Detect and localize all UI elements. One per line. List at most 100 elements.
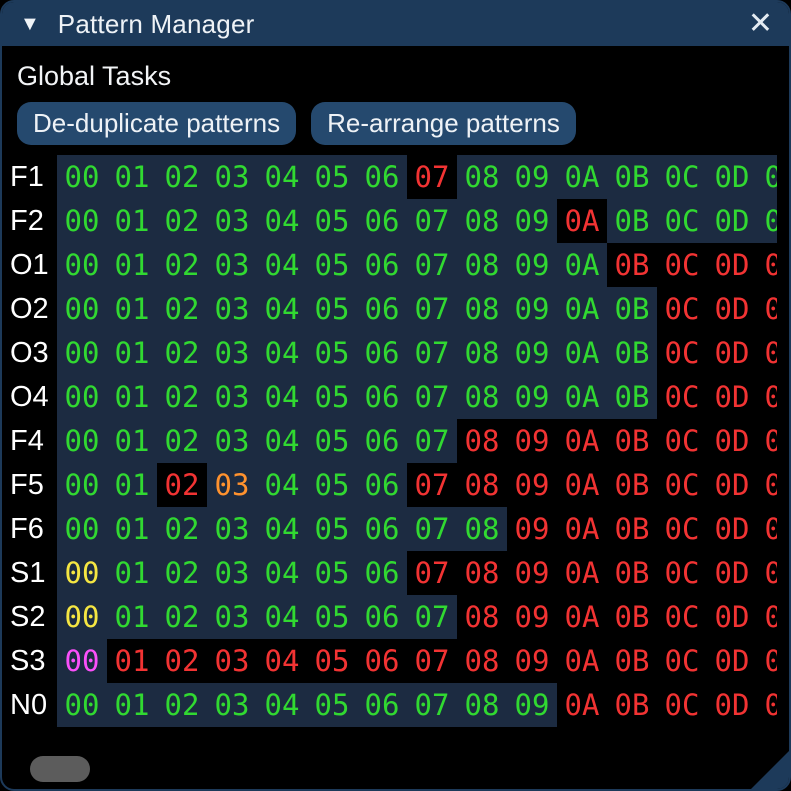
pattern-cell[interactable]: 08 <box>457 639 507 683</box>
pattern-cell[interactable]: 0B <box>607 639 657 683</box>
pattern-cell[interactable]: 05 <box>307 331 357 375</box>
pattern-cell[interactable]: 0E <box>757 155 777 199</box>
pattern-cell[interactable]: 0D <box>707 507 757 551</box>
pattern-cell[interactable]: 0D <box>707 683 757 727</box>
pattern-cell[interactable]: 0A <box>557 155 607 199</box>
pattern-cell[interactable]: 0A <box>557 463 607 507</box>
pattern-cell[interactable]: 09 <box>507 331 557 375</box>
pattern-cell[interactable]: 01 <box>107 507 157 551</box>
pattern-cell[interactable]: 0B <box>607 683 657 727</box>
pattern-cell[interactable]: 0B <box>607 287 657 331</box>
pattern-cell[interactable]: 0D <box>707 287 757 331</box>
pattern-cell[interactable]: 03 <box>207 463 257 507</box>
pattern-cell[interactable]: 0D <box>707 199 757 243</box>
pattern-cell[interactable]: 01 <box>107 155 157 199</box>
pattern-cell[interactable]: 08 <box>457 155 507 199</box>
pattern-cell[interactable]: 06 <box>357 595 407 639</box>
pattern-cell[interactable]: 07 <box>407 419 457 463</box>
pattern-cell[interactable]: 00 <box>57 419 107 463</box>
pattern-cell[interactable]: 0E <box>757 683 777 727</box>
pattern-cell[interactable]: 04 <box>257 507 307 551</box>
close-icon[interactable]: ✕ <box>748 2 773 46</box>
pattern-cell[interactable]: 09 <box>507 683 557 727</box>
pattern-cell[interactable]: 06 <box>357 551 407 595</box>
pattern-cell[interactable]: 0E <box>757 551 777 595</box>
pattern-cell[interactable]: 0B <box>607 243 657 287</box>
pattern-cell[interactable]: 0A <box>557 595 607 639</box>
pattern-cell[interactable]: 0C <box>657 683 707 727</box>
pattern-cell[interactable]: 09 <box>507 507 557 551</box>
pattern-cell[interactable]: 06 <box>357 375 407 419</box>
pattern-cell[interactable]: 04 <box>257 551 307 595</box>
pattern-cell[interactable]: 0B <box>607 507 657 551</box>
pattern-cell[interactable]: 05 <box>307 507 357 551</box>
pattern-cell[interactable]: 03 <box>207 507 257 551</box>
pattern-cell[interactable]: 0E <box>757 287 777 331</box>
pattern-cell[interactable]: 01 <box>107 639 157 683</box>
pattern-cell[interactable]: 0D <box>707 639 757 683</box>
pattern-cell[interactable]: 08 <box>457 507 507 551</box>
pattern-cell[interactable]: 06 <box>357 507 407 551</box>
pattern-cell[interactable]: 05 <box>307 683 357 727</box>
pattern-cell[interactable]: 0D <box>707 331 757 375</box>
pattern-cell[interactable]: 08 <box>457 199 507 243</box>
pattern-cell[interactable]: 02 <box>157 331 207 375</box>
pattern-cell[interactable]: 00 <box>57 551 107 595</box>
pattern-cell[interactable]: 0E <box>757 375 777 419</box>
pattern-cell[interactable]: 0C <box>657 243 707 287</box>
pattern-cell[interactable]: 01 <box>107 463 157 507</box>
pattern-cell[interactable]: 0E <box>757 199 777 243</box>
pattern-cell[interactable]: 0C <box>657 639 707 683</box>
pattern-cell[interactable]: 03 <box>207 331 257 375</box>
pattern-cell[interactable]: 0C <box>657 463 707 507</box>
pattern-cell[interactable]: 00 <box>57 639 107 683</box>
pattern-cell[interactable]: 09 <box>507 463 557 507</box>
pattern-cell[interactable]: 0E <box>757 419 777 463</box>
pattern-cell[interactable]: 02 <box>157 199 207 243</box>
pattern-cell[interactable]: 09 <box>507 639 557 683</box>
pattern-cell[interactable]: 0D <box>707 595 757 639</box>
pattern-cell[interactable]: 0A <box>557 551 607 595</box>
pattern-cell[interactable]: 07 <box>407 639 457 683</box>
pattern-cell[interactable]: 0C <box>657 331 707 375</box>
pattern-cell[interactable]: 05 <box>307 595 357 639</box>
pattern-cell[interactable]: 0C <box>657 507 707 551</box>
pattern-cell[interactable]: 06 <box>357 683 407 727</box>
pattern-cell[interactable]: 04 <box>257 375 307 419</box>
pattern-cell[interactable]: 08 <box>457 595 507 639</box>
pattern-cell[interactable]: 04 <box>257 243 307 287</box>
pattern-cell[interactable]: 09 <box>507 551 557 595</box>
pattern-cell[interactable]: 00 <box>57 331 107 375</box>
pattern-cell[interactable]: 0A <box>557 331 607 375</box>
pattern-cell[interactable]: 04 <box>257 155 307 199</box>
pattern-cell[interactable]: 04 <box>257 639 307 683</box>
pattern-cell[interactable]: 0C <box>657 199 707 243</box>
pattern-cell[interactable]: 03 <box>207 595 257 639</box>
pattern-cell[interactable]: 08 <box>457 287 507 331</box>
pattern-cell[interactable]: 09 <box>507 287 557 331</box>
pattern-cell[interactable]: 0B <box>607 551 657 595</box>
pattern-cell[interactable]: 01 <box>107 199 157 243</box>
pattern-cell[interactable]: 00 <box>57 243 107 287</box>
pattern-cell[interactable]: 05 <box>307 155 357 199</box>
pattern-cell[interactable]: 03 <box>207 419 257 463</box>
pattern-cell[interactable]: 06 <box>357 463 407 507</box>
pattern-cell[interactable]: 00 <box>57 683 107 727</box>
pattern-cell[interactable]: 02 <box>157 155 207 199</box>
pattern-cell[interactable]: 07 <box>407 507 457 551</box>
pattern-cell[interactable]: 0C <box>657 375 707 419</box>
pattern-cell[interactable]: 0B <box>607 331 657 375</box>
pattern-cell[interactable]: 08 <box>457 331 507 375</box>
rearrange-patterns-button[interactable]: Re-arrange patterns <box>311 102 576 145</box>
pattern-cell[interactable]: 02 <box>157 507 207 551</box>
pattern-cell[interactable]: 0B <box>607 419 657 463</box>
pattern-cell[interactable]: 07 <box>407 243 457 287</box>
pattern-cell[interactable]: 00 <box>57 507 107 551</box>
pattern-cell[interactable]: 04 <box>257 331 307 375</box>
pattern-cell[interactable]: 0D <box>707 419 757 463</box>
pattern-cell[interactable]: 00 <box>57 375 107 419</box>
pattern-cell[interactable]: 00 <box>57 155 107 199</box>
pattern-cell[interactable]: 0C <box>657 419 707 463</box>
pattern-cell[interactable]: 00 <box>57 287 107 331</box>
pattern-cell[interactable]: 09 <box>507 199 557 243</box>
